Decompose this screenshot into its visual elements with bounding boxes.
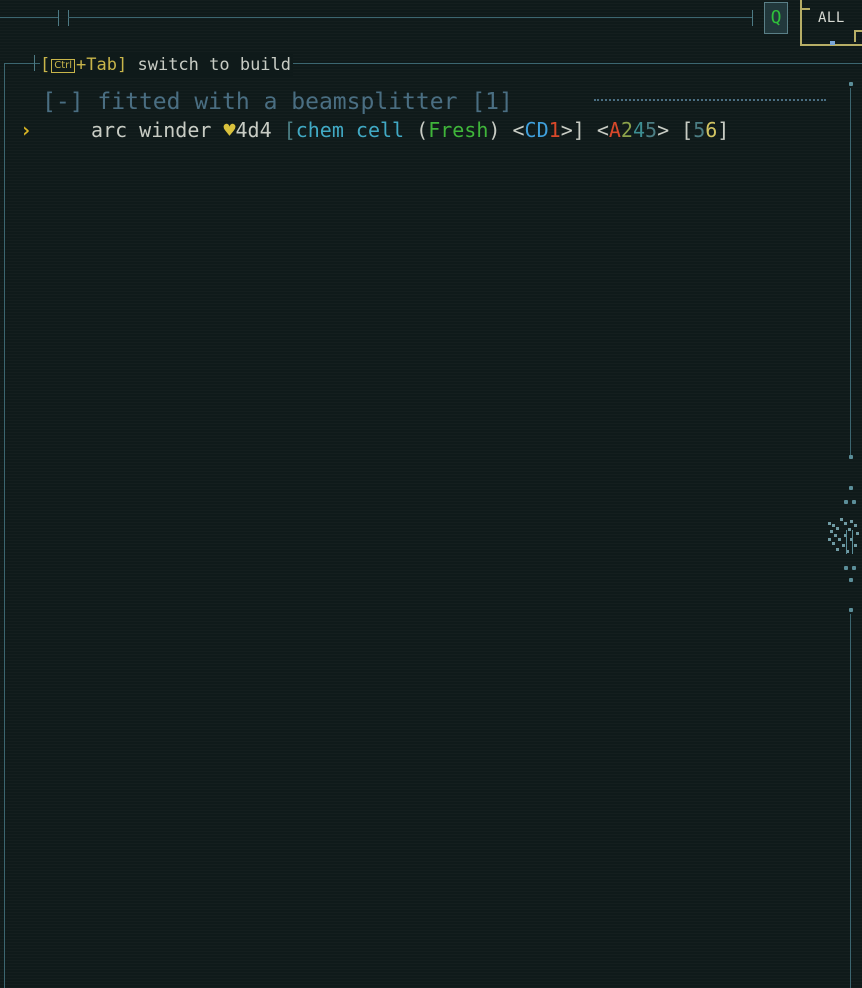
top-bar-tick xyxy=(752,10,753,26)
tag3-open: [ xyxy=(669,118,694,142)
scrollbar-dot xyxy=(844,566,848,570)
group-count: [1] xyxy=(471,89,513,115)
tag2-open: < xyxy=(584,118,609,142)
tab-border-cap xyxy=(800,8,810,10)
scrollbar-dot xyxy=(849,578,853,582)
tag3-value-1: 5 xyxy=(693,118,706,142)
tag2-value-3: 5 xyxy=(645,118,658,142)
scrollbar-end-dot xyxy=(849,82,853,86)
tag3-close: ] xyxy=(717,118,730,142)
scrollbar-dot xyxy=(852,500,856,504)
filter-tab-label: ALL xyxy=(818,10,845,26)
search-button-label: Q xyxy=(770,7,782,28)
group-header[interactable]: [-] fitted with a beamsplitter [1] xyxy=(42,88,513,116)
tag1-value: 1 xyxy=(548,118,561,142)
item-ammo: chem cell xyxy=(295,118,405,142)
tag1-open: < xyxy=(500,118,525,142)
hint-tick xyxy=(34,55,35,71)
top-bar-tick xyxy=(58,10,59,26)
state-paren-close: ) xyxy=(488,118,501,142)
tag2-close: > xyxy=(657,118,670,142)
item-durability: 4d4 xyxy=(235,118,272,142)
item-ammo-state: Fresh xyxy=(428,118,489,142)
group-title: fitted with a beamsplitter xyxy=(97,89,458,115)
scrollbar-dot xyxy=(849,486,853,490)
top-bar-line xyxy=(68,17,752,18)
top-bar-tick xyxy=(68,10,69,26)
hint-text: switch to build xyxy=(127,55,292,75)
scrollbar-thumb-icon[interactable] xyxy=(826,514,862,556)
list-item[interactable]: › arc winder ♥4d4 [chem cell (Fresh) <CD… xyxy=(0,117,836,143)
scrollbar-end-dot xyxy=(849,455,853,459)
item-name: arc winder xyxy=(91,118,224,142)
panel-border-left xyxy=(4,63,5,988)
tag1-close: >] xyxy=(560,118,585,142)
tag2-value-1: 2 xyxy=(620,118,633,142)
group-header-dotted-rule xyxy=(594,99,826,101)
scrollbar-track xyxy=(850,88,851,456)
scrollbar-track xyxy=(850,614,851,988)
tag2-code: A xyxy=(608,118,621,142)
top-bar-line-left xyxy=(0,17,58,18)
heart-icon: ♥ xyxy=(223,118,236,142)
state-paren-open: ( xyxy=(404,118,429,142)
tab-corner-notch xyxy=(854,30,862,42)
tag1-code: CD xyxy=(524,118,549,142)
tag2-value-2: 4 xyxy=(632,118,646,142)
tab-indicator-dot xyxy=(830,41,835,45)
hint-bracket-open: [ xyxy=(40,55,51,75)
switch-mode-hint[interactable]: [Ctrl +Tab] switch to build xyxy=(40,54,294,76)
ammo-bracket-open: [ xyxy=(271,118,296,142)
filter-tab-all[interactable]: ALL xyxy=(800,0,862,46)
search-button[interactable]: Q xyxy=(764,2,788,34)
group-collapse-toggle[interactable]: [-] xyxy=(42,89,84,115)
selection-cursor-icon: › xyxy=(20,118,33,142)
ctrl-key-icon: Ctrl xyxy=(51,59,76,73)
scrollbar-dot xyxy=(852,566,856,570)
hint-bracket-close: ] xyxy=(117,55,128,75)
item-line: arc winder ♥4d4 [chem cell (Fresh) <CD1>… xyxy=(91,117,729,143)
scrollbar-dot xyxy=(844,500,848,504)
scrollbar-end-dot xyxy=(849,608,853,612)
hint-tab-key: +Tab xyxy=(76,55,117,75)
tag3-value-2: 6 xyxy=(705,118,718,142)
